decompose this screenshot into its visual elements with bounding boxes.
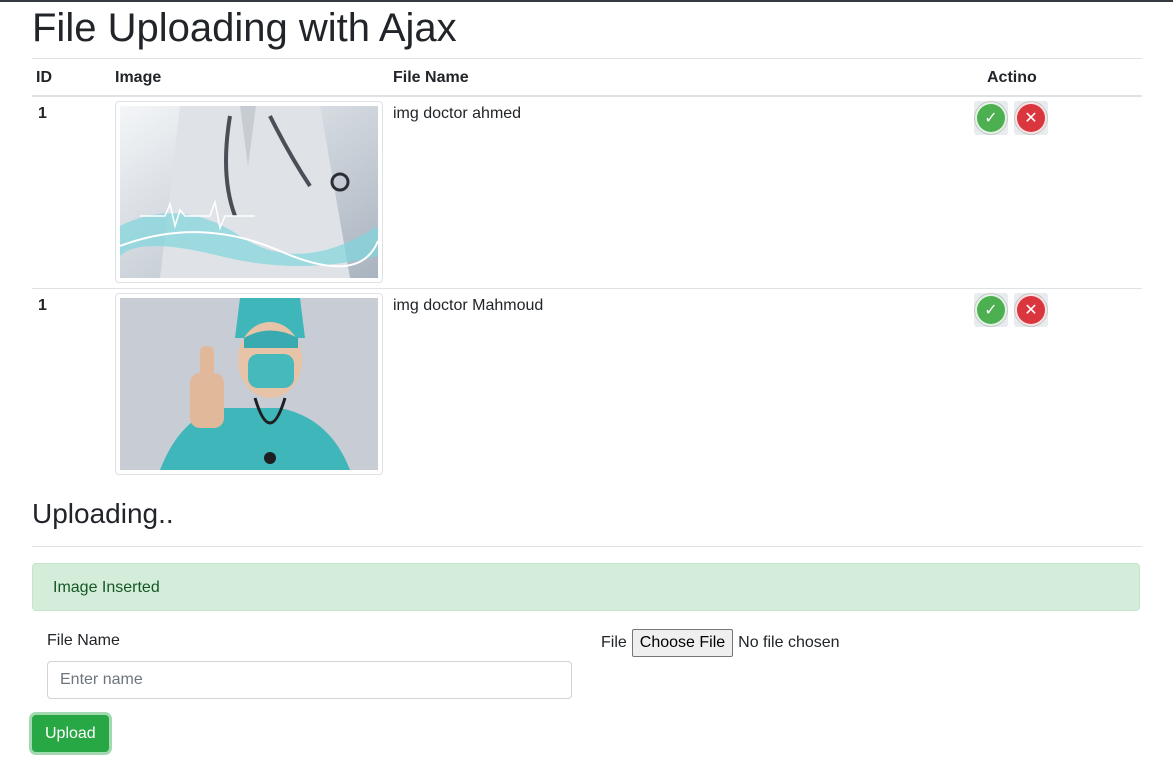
no-file-text: No file chosen (738, 634, 840, 651)
header-image: Image (115, 69, 162, 86)
table-row: 1 img doctor Mahmoud ✓ ✕ (32, 289, 1142, 480)
page-title: File Uploading with Ajax (32, 6, 457, 50)
row-actions: ✓ ✕ (974, 101, 1048, 135)
divider (32, 546, 1142, 547)
file-picker-group: File Choose File No file chosen (601, 629, 840, 657)
check-circle-icon: ✓ (975, 102, 1007, 134)
file-name-label: File Name (47, 632, 120, 649)
x-circle-icon: ✕ (1015, 294, 1047, 326)
delete-button[interactable]: ✕ (1014, 293, 1048, 327)
files-table: ID Image File Name Actino 1 img doctor a… (32, 58, 1142, 480)
upload-heading: Uploading.. (32, 498, 174, 529)
choose-file-button[interactable]: Choose File (631, 629, 734, 657)
table-row: 1 img doctor ahmed ✓ ✕ (32, 97, 1142, 289)
header-action: Actino (987, 69, 1037, 86)
file-name-input[interactable] (47, 661, 572, 699)
upload-button[interactable]: Upload (32, 715, 109, 752)
header-file-name: File Name (393, 69, 469, 86)
approve-button[interactable]: ✓ (974, 293, 1008, 327)
delete-button[interactable]: ✕ (1014, 101, 1048, 135)
row-file-name: img doctor Mahmoud (393, 297, 544, 314)
row-actions: ✓ ✕ (974, 293, 1048, 327)
table-header: ID Image File Name Actino (32, 59, 1142, 97)
row-file-name: img doctor ahmed (393, 105, 522, 122)
row-id: 1 (38, 297, 47, 314)
doctor-stethoscope-image (115, 101, 383, 283)
file-label: File (601, 634, 627, 651)
success-alert: Image Inserted (32, 563, 1140, 611)
row-id: 1 (38, 105, 47, 122)
check-circle-icon: ✓ (975, 294, 1007, 326)
doctor-thumbs-up-image (115, 293, 383, 475)
header-id: ID (36, 69, 52, 86)
x-circle-icon: ✕ (1015, 102, 1047, 134)
approve-button[interactable]: ✓ (974, 101, 1008, 135)
